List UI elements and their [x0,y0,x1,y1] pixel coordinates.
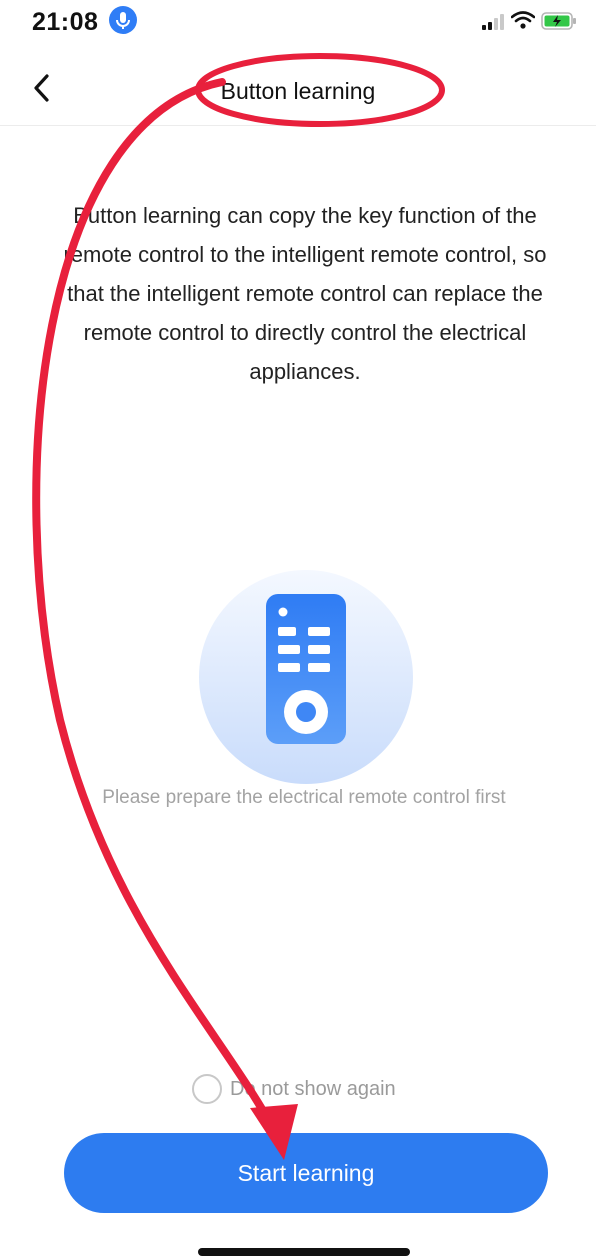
status-bar: 21:08 [0,0,596,44]
prepare-hint: Please prepare the electrical remote con… [102,787,506,808]
nav-bar: Button learning [0,56,596,126]
remote-control-illustration [199,570,413,784]
description-text: Button learning can copy the key functio… [63,203,547,384]
start-learning-button[interactable]: Start learning [64,1133,548,1213]
battery-charging-icon [541,12,577,30]
home-indicator [198,1248,410,1256]
remote-control-icon [199,570,413,784]
microphone-icon [109,6,137,34]
status-time: 21:08 [32,8,99,36]
wifi-icon [510,10,536,30]
cellular-signal-icon [482,14,508,30]
dont-show-again-label: Do not show again [230,1077,396,1100]
radio-circle-icon[interactable] [192,1074,222,1104]
dont-show-again-checkbox[interactable]: Do not show again [192,1072,396,1106]
page-title: Button learning [220,78,376,104]
